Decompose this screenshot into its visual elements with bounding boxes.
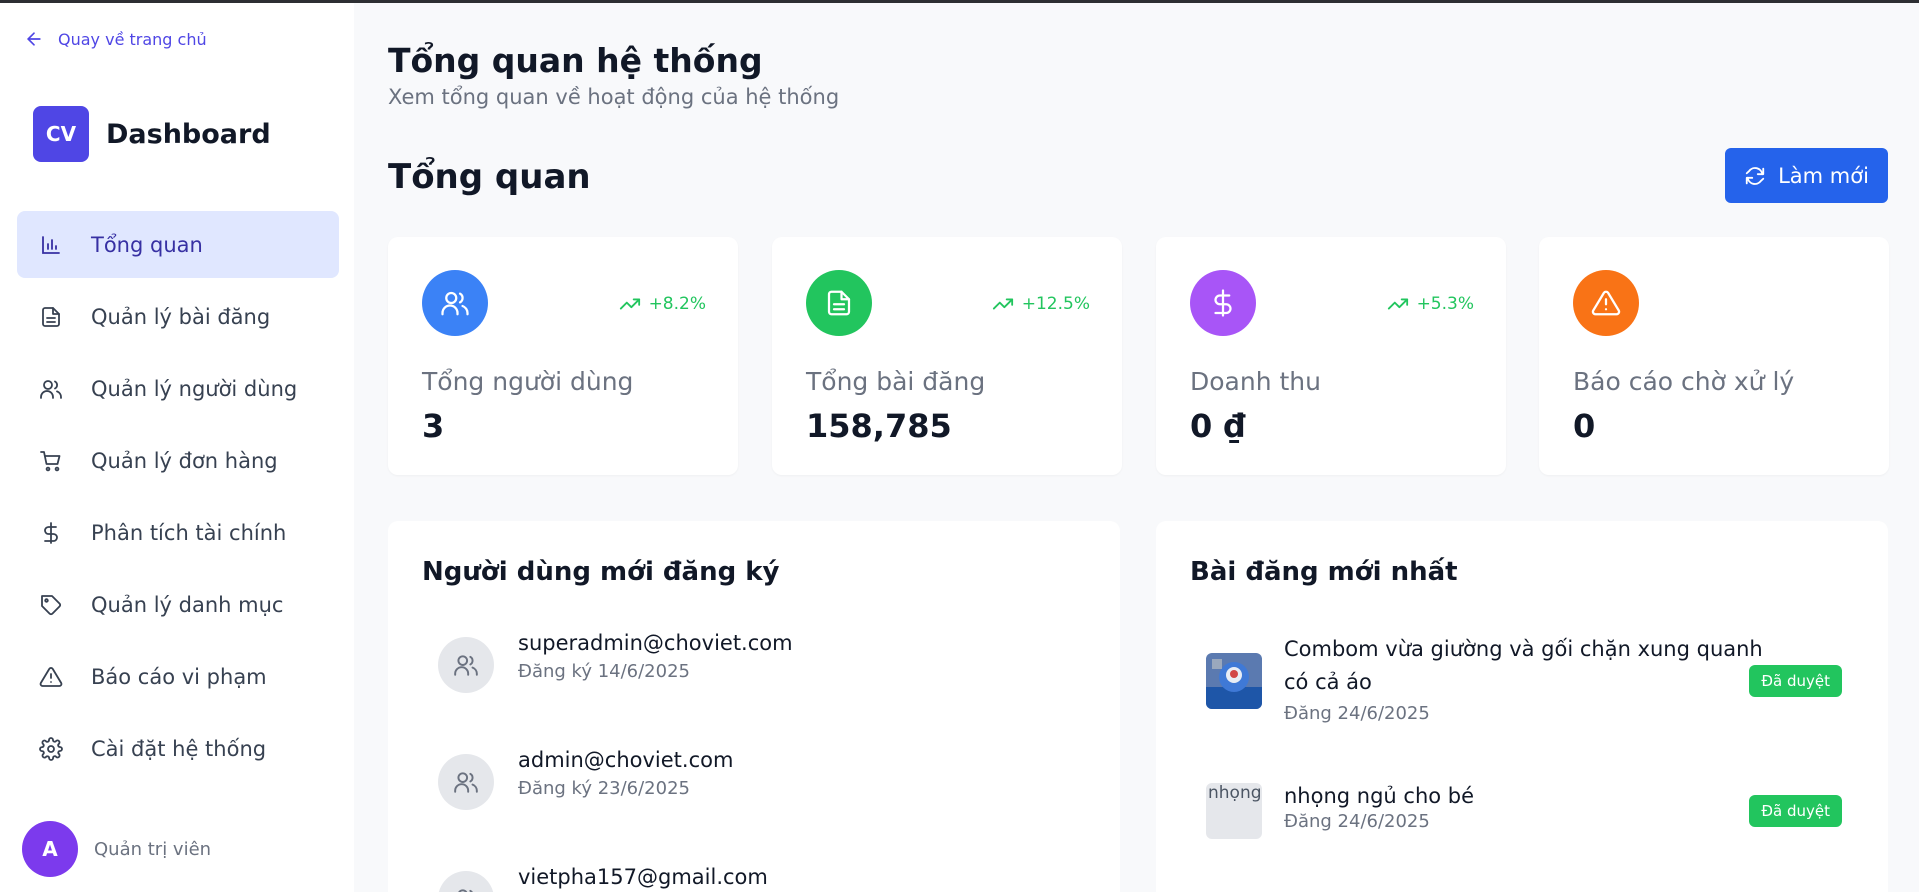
stat-card-users: +8.2% Tổng người dùng 3 — [388, 237, 738, 475]
sidebar-item-label: Quản lý danh mục — [91, 592, 284, 617]
user-avatar — [438, 871, 494, 892]
user-role: Quản trị viên — [94, 838, 212, 860]
sidebar-item-label: Quản lý bài đăng — [91, 304, 271, 329]
stat-card-posts: +12.5% Tổng bài đăng 158,785 — [772, 237, 1122, 475]
warning-icon — [39, 666, 63, 687]
user-avatar — [438, 754, 494, 810]
refresh-icon — [1745, 166, 1765, 185]
sidebar-item-reports[interactable]: Báo cáo vi phạm — [17, 643, 339, 710]
stat-icon-circle — [422, 270, 488, 336]
sidebar-item-posts[interactable]: Quản lý bài đăng — [17, 283, 339, 350]
stat-label: Doanh thu — [1190, 367, 1321, 396]
arrow-left-icon — [27, 32, 41, 46]
sidebar-item-overview[interactable]: Tổng quan — [17, 211, 339, 278]
sidebar-item-label: Tổng quan — [91, 232, 203, 257]
tag-icon — [41, 594, 62, 615]
panel-title: Người dùng mới đăng ký — [422, 557, 780, 587]
avatar: A — [22, 821, 78, 877]
stat-card-revenue: +5.3% Doanh thu 0 ₫ — [1156, 237, 1506, 475]
section-title: Tổng quan — [388, 157, 591, 197]
stat-change-value: +12.5% — [1021, 294, 1090, 314]
trending-up-icon — [992, 298, 1013, 310]
stat-value: 3 — [422, 407, 445, 445]
page-title: Tổng quan hệ thống — [388, 41, 763, 80]
list-item[interactable]: superadmin@choviet.com Đăng ký 14/6/2025 — [438, 631, 793, 693]
stat-change: +5.3% — [1387, 293, 1474, 315]
brand: CV Dashboard — [33, 106, 271, 162]
panel-title: Bài đăng mới nhất — [1190, 557, 1458, 587]
post-title: Combom vừa giường và gối chặn xung quanh… — [1284, 637, 1763, 694]
new-users-panel: Người dùng mới đăng ký superadmin@chovie… — [388, 521, 1120, 892]
sidebar-item-finance[interactable]: Phân tích tài chính — [17, 499, 339, 566]
dollar-icon — [1214, 289, 1232, 317]
gear-icon — [39, 736, 63, 761]
users-icon — [454, 772, 478, 793]
sidebar-item-label: Quản lý người dùng — [91, 376, 298, 401]
stat-label: Báo cáo chờ xử lý — [1573, 367, 1795, 396]
warning-icon — [1591, 290, 1621, 316]
list-item[interactable]: Combom vừa giường và gối chặn xung quanh… — [1206, 633, 1842, 724]
trending-up-icon — [1387, 298, 1408, 310]
stat-change-value: +5.3% — [1416, 294, 1474, 314]
sidebar-item-users[interactable]: Quản lý người dùng — [17, 355, 339, 422]
post-date: Đăng 24/6/2025 — [1284, 811, 1430, 832]
stat-value: 158,785 — [806, 407, 952, 445]
status-badge: Đã duyệt — [1749, 665, 1842, 697]
user-email: vietpha157@gmail.com — [518, 865, 768, 889]
user-email: admin@choviet.com — [518, 748, 734, 772]
page-subtitle: Xem tổng quan về hoạt động của hệ thống — [388, 85, 840, 109]
sidebar-item-label: Phân tích tài chính — [91, 520, 287, 545]
stat-icon-circle — [1573, 270, 1639, 336]
trending-up-icon — [619, 298, 640, 310]
document-icon — [42, 306, 60, 327]
post-title: nhọng ngủ cho bé — [1284, 784, 1475, 808]
sidebar-item-label: Quản lý đơn hàng — [91, 448, 278, 473]
user-avatar — [438, 637, 494, 693]
brand-title: Dashboard — [106, 118, 271, 150]
stat-value: 0 ₫ — [1190, 407, 1246, 445]
refresh-button[interactable]: Làm mới — [1725, 148, 1888, 203]
sidebar-item-orders[interactable]: Quản lý đơn hàng — [17, 427, 339, 494]
current-user[interactable]: A Quản trị viên — [22, 821, 211, 877]
stat-change: +12.5% — [992, 293, 1090, 315]
sidebar-item-settings[interactable]: Cài đặt hệ thống — [17, 715, 339, 782]
bar-chart-icon — [42, 235, 60, 254]
users-icon — [441, 291, 469, 316]
users-icon — [458, 889, 473, 892]
stat-change: +8.2% — [619, 293, 706, 315]
status-badge: Đã duyệt — [1749, 795, 1842, 827]
list-item[interactable]: nhọng nhọng ngủ cho bé Đăng 24/6/2025 Đã… — [1206, 783, 1842, 843]
sidebar-nav: Tổng quan Quản lý bài đăng Quản lý người… — [17, 211, 339, 787]
main-content: Tổng quan hệ thống Xem tổng quan về hoạt… — [354, 3, 1919, 892]
cart-icon — [40, 450, 61, 471]
stat-card-reports: Báo cáo chờ xử lý 0 — [1539, 237, 1889, 475]
latest-posts-panel: Bài đăng mới nhất Combom vừa giường và g… — [1156, 521, 1888, 892]
user-date: Đăng ký 14/6/2025 — [518, 661, 690, 682]
sidebar-item-categories[interactable]: Quản lý danh mục — [17, 571, 339, 638]
list-item[interactable]: admin@choviet.com Đăng ký 23/6/2025 — [438, 748, 733, 810]
refresh-button-label: Làm mới — [1778, 163, 1869, 188]
document-icon — [827, 290, 851, 316]
logo: CV — [33, 106, 89, 162]
back-to-home-link[interactable]: Quay về trang chủ — [24, 29, 207, 49]
stat-icon-circle — [806, 270, 872, 336]
stat-label: Tổng bài đăng — [806, 367, 986, 396]
sidebar-item-label: Cài đặt hệ thống — [91, 736, 267, 761]
back-link-label: Quay về trang chủ — [58, 29, 207, 49]
stat-label: Tổng người dùng — [422, 367, 634, 396]
post-date: Đăng 24/6/2025 — [1284, 703, 1430, 724]
sidebar-item-label: Báo cáo vi phạm — [91, 664, 267, 689]
post-thumbnail-broken: nhọng — [1206, 783, 1262, 839]
stat-value: 0 — [1573, 407, 1596, 445]
dollar-icon — [44, 521, 58, 544]
users-icon — [454, 655, 478, 676]
post-thumbnail — [1206, 653, 1262, 709]
user-email: superadmin@choviet.com — [518, 631, 793, 655]
stat-icon-circle — [1190, 270, 1256, 336]
list-item[interactable]: vietpha157@gmail.com — [438, 865, 768, 892]
user-date: Đăng ký 23/6/2025 — [518, 778, 690, 799]
stat-change-value: +8.2% — [648, 294, 706, 314]
sidebar: Quay về trang chủ CV Dashboard Tổng quan… — [0, 3, 354, 892]
users-icon — [40, 379, 62, 399]
